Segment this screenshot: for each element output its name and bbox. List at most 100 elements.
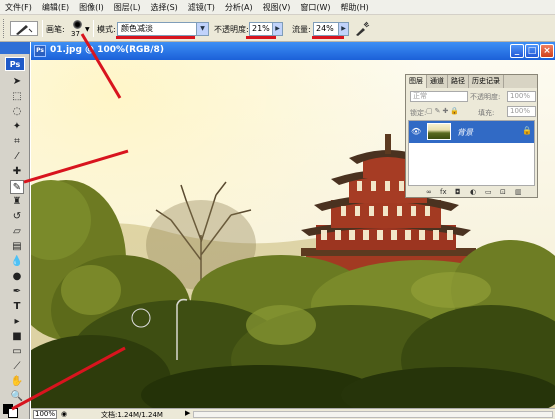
opacity-field[interactable]: 21% ▶ [249, 22, 283, 36]
fill-field[interactable]: 100% [507, 106, 536, 117]
blend-mode-select[interactable]: 正常 [410, 91, 468, 102]
toolbox: Ps ➤ ⬚ ◌ ✦ ⌗ ⁄ ✚ ✎ ♜ ↺ ▱ ▤ 💧 ● ✒ T ▸ ■ ▭… [0, 42, 30, 419]
background-color-swatch[interactable] [8, 408, 18, 418]
gradient-tool-icon[interactable]: ▤ [10, 240, 24, 254]
mode-label: 模式: [97, 25, 116, 34]
dodge-tool-icon[interactable]: ● [10, 270, 24, 284]
tab-layers[interactable]: 图层 [406, 75, 427, 88]
pen-tool-icon[interactable]: ✒ [10, 285, 24, 299]
opacity-label: 不透明度: [214, 25, 249, 34]
arrow-right-icon[interactable]: ▶ [338, 23, 348, 35]
maximize-button[interactable]: □ [525, 44, 539, 58]
annotation-underline [116, 36, 195, 39]
layers-bottom-bar: ∞ fx ◘ ◐ ▭ ⊡ ▥ [406, 187, 537, 198]
zoom-field[interactable]: 100% [33, 410, 57, 419]
flow-field[interactable]: 24% ▶ [313, 22, 349, 36]
tab-channels[interactable]: 通道 [427, 75, 448, 88]
eraser-tool-icon[interactable]: ▱ [10, 225, 24, 239]
brush-size: 37 [71, 30, 80, 38]
tab-paths[interactable]: 路径 [448, 75, 469, 88]
menu-select[interactable]: 选择(S) [145, 2, 182, 13]
panel-tabs: 图层 通道 路径 历史记录 [406, 75, 537, 88]
lasso-tool-icon[interactable]: ◌ [10, 105, 24, 119]
tab-history[interactable]: 历史记录 [469, 75, 504, 88]
separator [93, 20, 94, 37]
photoshop-window: 文件(F) 编辑(E) 图像(I) 图层(L) 选择(S) 滤镜(T) 分析(A… [0, 0, 555, 419]
mask-icon[interactable]: ◘ [455, 188, 461, 196]
healing-brush-tool-icon[interactable]: ✚ [10, 165, 24, 179]
mode-select[interactable]: 颜色减淡 ▼ [117, 22, 209, 36]
menu-image[interactable]: 图像(I) [74, 2, 109, 13]
menu-bar: 文件(F) 编辑(E) 图像(I) 图层(L) 选择(S) 滤镜(T) 分析(A… [0, 0, 555, 15]
menu-file[interactable]: 文件(F) [0, 2, 37, 13]
shape-tool-icon[interactable]: ■ [10, 330, 24, 344]
menu-help[interactable]: 帮助(H) [336, 2, 374, 13]
arrow-right-icon[interactable]: ▶ [185, 409, 190, 417]
layer-list: 👁 背景 🔒 [408, 120, 535, 186]
fill-label: 填充: [478, 109, 495, 117]
arrow-right-icon[interactable]: ▶ [272, 23, 282, 35]
document-title: 01.jpg @ 100%(RGB/8) [50, 45, 164, 55]
horizontal-scrollbar[interactable] [193, 411, 553, 418]
hand-tool-icon[interactable]: ✋ [10, 375, 24, 389]
options-bar-grip[interactable] [3, 19, 6, 38]
layer-opacity-label: 不透明度: [470, 93, 501, 101]
eye-icon[interactable]: 👁 [411, 127, 423, 137]
clone-stamp-tool-icon[interactable]: ♜ [10, 195, 24, 209]
photoshop-doc-icon: Ps [34, 45, 46, 57]
opacity-value: 21% [252, 24, 270, 33]
layer-row[interactable]: 👁 背景 🔒 [409, 121, 534, 143]
menu-edit[interactable]: 编辑(E) [37, 2, 74, 13]
options-bar: 画笔: 37 ▼ 模式: 颜色减淡 ▼ 不透明度: 21% ▶ 流量: 24% … [0, 15, 555, 42]
flow-value: 24% [316, 24, 334, 33]
document-titlebar[interactable]: Ps 01.jpg @ 100%(RGB/8) _ □ × [31, 42, 555, 60]
eyedropper-tool-icon[interactable]: ⟋ [10, 360, 24, 374]
move-tool-icon[interactable]: ➤ [10, 75, 24, 89]
layer-thumbnail [427, 123, 451, 140]
navigator-icon[interactable]: ◉ [61, 410, 67, 418]
brush-picker[interactable]: 37 ▼ [66, 18, 90, 39]
airbrush-toggle[interactable] [354, 21, 370, 37]
close-button[interactable]: × [540, 44, 554, 58]
lock-icon: 🔒 [522, 126, 532, 135]
menu-filter[interactable]: 滤镜(T) [183, 2, 220, 13]
marquee-tool-icon[interactable]: ⬚ [10, 90, 24, 104]
lock-label: 锁定: [410, 109, 427, 117]
menu-view[interactable]: 视图(V) [258, 2, 296, 13]
type-tool-icon[interactable]: T [10, 300, 24, 314]
airbrush-icon [356, 21, 370, 36]
layer-opacity-field[interactable]: 100% [507, 91, 536, 102]
path-selection-tool-icon[interactable]: ▸ [10, 315, 24, 329]
link-icon[interactable]: ∞ [426, 188, 432, 196]
menu-layer[interactable]: 图层(L) [109, 2, 146, 13]
slice-tool-icon[interactable]: ⁄ [10, 150, 24, 164]
separator [42, 20, 43, 37]
blur-tool-icon[interactable]: 💧 [10, 255, 24, 269]
toolbox-header[interactable] [0, 42, 30, 54]
fx-icon[interactable]: fx [440, 188, 447, 196]
folder-icon[interactable]: ▭ [485, 188, 492, 196]
notes-tool-icon[interactable]: ▭ [10, 345, 24, 359]
history-brush-tool-icon[interactable]: ↺ [10, 210, 24, 224]
annotation-underline [246, 36, 276, 39]
photoshop-logo[interactable]: Ps [5, 57, 25, 71]
menu-window[interactable]: 窗口(W) [295, 2, 335, 13]
crop-tool-icon[interactable]: ⌗ [10, 135, 24, 149]
layer-name[interactable]: 背景 [457, 127, 473, 138]
brush-tool-icon[interactable]: ✎ [10, 180, 24, 194]
tool-preset-picker[interactable] [10, 21, 38, 36]
document-info[interactable]: 文档:1.24M/1.24M [101, 410, 163, 419]
magic-wand-tool-icon[interactable]: ✦ [10, 120, 24, 134]
trash-icon[interactable]: ▥ [515, 188, 522, 196]
adjustment-icon[interactable]: ◐ [470, 188, 476, 196]
mode-value: 颜色减淡 [121, 24, 153, 33]
zoom-tool-icon[interactable]: 🔍 [10, 390, 24, 404]
minimize-button[interactable]: _ [510, 44, 524, 58]
status-bar: 100% ◉ 文档:1.24M/1.24M ▶ [31, 408, 555, 419]
menu-analysis[interactable]: 分析(A) [220, 2, 258, 13]
new-layer-icon[interactable]: ⊡ [500, 188, 506, 196]
flow-label: 流量: [292, 25, 311, 34]
lock-options-icon[interactable]: ▢✎✚🔒 [426, 107, 461, 115]
brush-label: 画笔: [46, 25, 65, 34]
chevron-down-icon: ▼ [85, 26, 90, 33]
